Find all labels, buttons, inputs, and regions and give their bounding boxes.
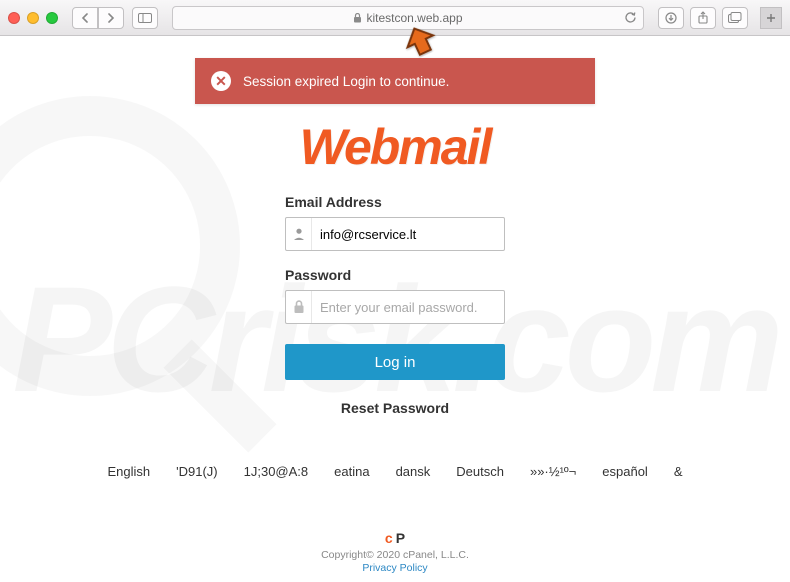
right-toolbar bbox=[658, 7, 748, 29]
lang-option[interactable]: Deutsch bbox=[456, 464, 504, 479]
url-text: kitestcon.web.app bbox=[366, 11, 462, 25]
nav-buttons bbox=[72, 7, 124, 29]
reload-button[interactable] bbox=[624, 11, 637, 24]
login-button[interactable]: Log in bbox=[285, 344, 505, 380]
session-alert: ✕ Session expired Login to continue. bbox=[195, 58, 595, 104]
language-selector: English 'D91(J) 1J;30@A:8 eatina dansk D… bbox=[0, 464, 790, 479]
lang-option[interactable]: eatina bbox=[334, 464, 369, 479]
error-icon: ✕ bbox=[211, 71, 231, 91]
lang-option[interactable]: dansk bbox=[396, 464, 431, 479]
forward-button[interactable] bbox=[98, 7, 124, 29]
back-button[interactable] bbox=[72, 7, 98, 29]
reset-password-link[interactable]: Reset Password bbox=[285, 400, 505, 416]
cpanel-logo: cP bbox=[385, 530, 405, 546]
share-button[interactable] bbox=[690, 7, 716, 29]
lang-option[interactable]: 1J;30@A:8 bbox=[244, 464, 309, 479]
lock-icon bbox=[353, 13, 362, 23]
password-lock-icon bbox=[286, 291, 312, 323]
lang-option[interactable]: & bbox=[674, 464, 683, 479]
email-label: Email Address bbox=[285, 194, 505, 210]
tabs-button[interactable] bbox=[722, 7, 748, 29]
page-footer: cP Copyright© 2020 cPanel, L.L.C. Privac… bbox=[0, 530, 790, 574]
copyright-text: Copyright© 2020 cPanel, L.L.C. bbox=[0, 549, 790, 561]
lang-option[interactable]: 'D91(J) bbox=[176, 464, 218, 479]
email-input[interactable] bbox=[312, 227, 504, 242]
address-bar[interactable]: kitestcon.web.app bbox=[172, 6, 644, 30]
sidebar-button[interactable] bbox=[132, 7, 158, 29]
close-window-button[interactable] bbox=[8, 12, 20, 24]
browser-toolbar: kitestcon.web.app bbox=[0, 0, 790, 36]
password-input[interactable] bbox=[312, 300, 504, 315]
window-controls bbox=[8, 12, 58, 24]
alert-text: Session expired Login to continue. bbox=[243, 74, 449, 89]
new-tab-button[interactable] bbox=[760, 7, 782, 29]
lang-option[interactable]: English bbox=[107, 464, 150, 479]
password-field-wrapper bbox=[285, 290, 505, 324]
webmail-logo: Webmail bbox=[195, 118, 595, 176]
email-field-wrapper bbox=[285, 217, 505, 251]
password-label: Password bbox=[285, 267, 505, 283]
login-form: Email Address Password Log in Reset Pass… bbox=[285, 194, 505, 416]
maximize-window-button[interactable] bbox=[46, 12, 58, 24]
downloads-button[interactable] bbox=[658, 7, 684, 29]
lang-option[interactable]: español bbox=[602, 464, 648, 479]
user-icon bbox=[286, 218, 312, 250]
privacy-link[interactable]: Privacy Policy bbox=[0, 562, 790, 574]
lang-option[interactable]: »»·½¹º¬ bbox=[530, 464, 576, 479]
minimize-window-button[interactable] bbox=[27, 12, 39, 24]
